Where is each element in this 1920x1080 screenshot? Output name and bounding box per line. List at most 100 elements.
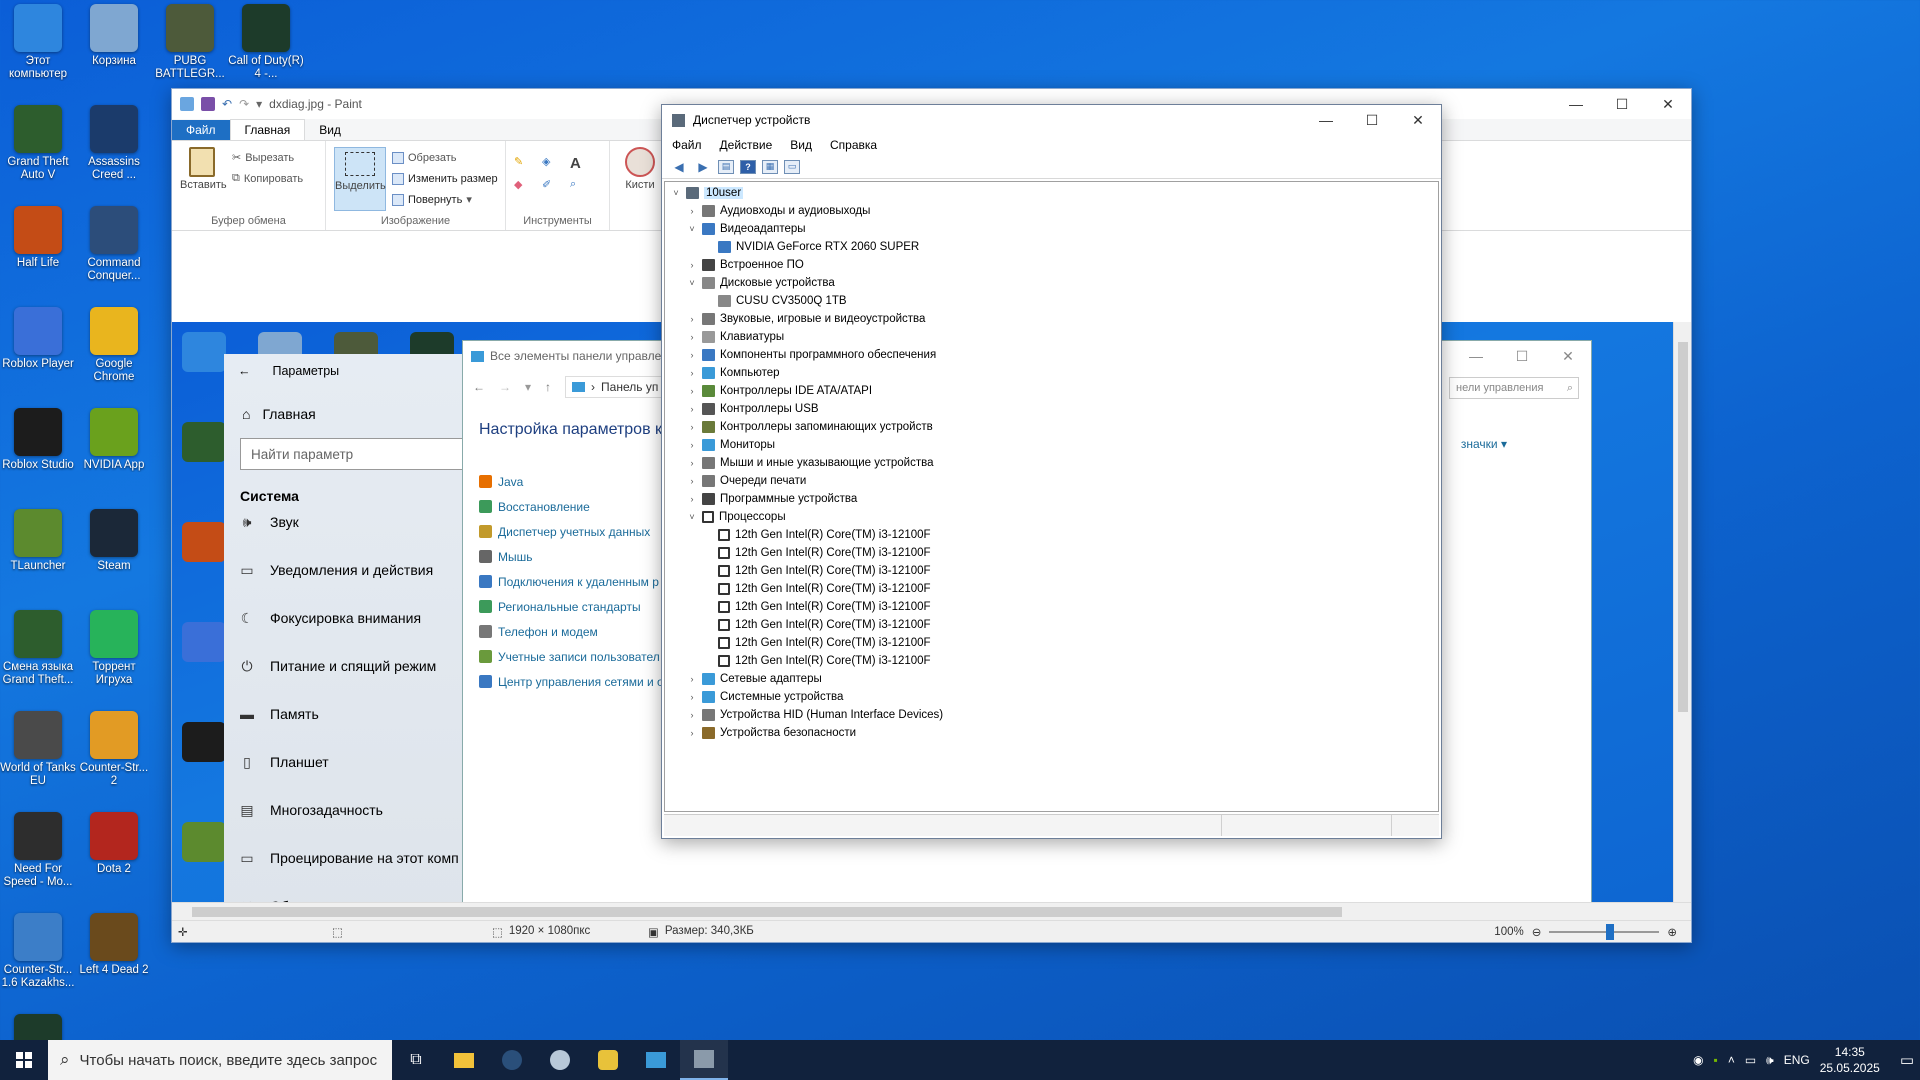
device-category[interactable]: › Звуковые, игровые и видеоустройства: [665, 310, 1438, 328]
desktop-icon[interactable]: World of Tanks EU: [0, 711, 76, 788]
expand-chevron-icon[interactable]: ›: [685, 728, 699, 738]
select-button[interactable]: Выделить: [334, 147, 386, 211]
device-category[interactable]: ˅ Видеоадаптеры: [665, 220, 1438, 238]
menu-item[interactable]: Файл: [672, 138, 702, 152]
settings-nav-item[interactable]: ▭ Проецирование на этот комп: [224, 834, 494, 882]
device-category[interactable]: › Очереди печати: [665, 472, 1438, 490]
device-item[interactable]: 12th Gen Intel(R) Core(TM) i3-12100F: [665, 562, 1438, 580]
paint-maximize-button[interactable]: ☐: [1599, 89, 1645, 119]
taskbar-steam[interactable]: [488, 1040, 536, 1080]
settings-search-input[interactable]: Найти параметр: [240, 438, 478, 470]
brushes-button[interactable]: Кисти: [618, 147, 662, 191]
device-category[interactable]: › Компоненты программного обеспечения: [665, 346, 1438, 364]
view-icon[interactable]: ▦: [762, 159, 778, 174]
device-item[interactable]: 12th Gen Intel(R) Core(TM) i3-12100F: [665, 526, 1438, 544]
device-tree[interactable]: ˅ 10user › Аудиовходы и аудиовыходы ˅ Видео…: [664, 181, 1439, 812]
desktop-icon[interactable]: Торрент Игруха: [76, 610, 152, 687]
settings-nav-item[interactable]: 🕪 Звук: [224, 498, 494, 546]
device-item[interactable]: 12th Gen Intel(R) Core(TM) i3-12100F: [665, 580, 1438, 598]
clock[interactable]: 14:35 25.05.2025: [1820, 1044, 1880, 1076]
resize-button[interactable]: Изменить размер: [392, 168, 498, 189]
expand-chevron-icon[interactable]: ›: [685, 476, 699, 486]
device-category[interactable]: › Встроенное ПО: [665, 256, 1438, 274]
device-category[interactable]: › Устройства HID (Human Interface Devices…: [665, 706, 1438, 724]
taskbar-device-manager[interactable]: [680, 1040, 728, 1080]
device-category[interactable]: › Устройства безопасности: [665, 724, 1438, 742]
desktop-icon[interactable]: Counter-Str... 2: [76, 711, 152, 788]
collapse-chevron-icon[interactable]: ˅: [685, 224, 699, 234]
devmgr-maximize-button[interactable]: ☐: [1349, 105, 1395, 135]
devmgr-close-button[interactable]: ✕: [1395, 105, 1441, 135]
desktop-icon[interactable]: Command Conquer...: [76, 206, 152, 283]
cp-minimize-button[interactable]: —: [1453, 341, 1499, 371]
device-item[interactable]: 12th Gen Intel(R) Core(TM) i3-12100F: [665, 544, 1438, 562]
expand-chevron-icon[interactable]: ›: [685, 458, 699, 468]
collapse-chevron-icon[interactable]: ˅: [685, 512, 699, 522]
device-category[interactable]: › Клавиатуры: [665, 328, 1438, 346]
device-category[interactable]: › Компьютер: [665, 364, 1438, 382]
device-item[interactable]: 12th Gen Intel(R) Core(TM) i3-12100F: [665, 634, 1438, 652]
device-category[interactable]: › Мониторы: [665, 436, 1438, 454]
settings-nav-item[interactable]: ✕Общие возможности: [224, 882, 494, 903]
expand-chevron-icon[interactable]: ›: [685, 314, 699, 324]
copy-button[interactable]: ⧉ Копировать: [232, 168, 303, 189]
taskbar-control-panel[interactable]: [632, 1040, 680, 1080]
device-category[interactable]: › Контроллеры запоминающих устройств: [665, 418, 1438, 436]
desktop-icon[interactable]: Смена языка Grand Theft...: [0, 610, 76, 687]
expand-chevron-icon[interactable]: ›: [685, 260, 699, 270]
expand-chevron-icon[interactable]: ›: [685, 368, 699, 378]
recent-dropdown-icon[interactable]: ▾: [525, 380, 531, 394]
monitor-icon[interactable]: ▭: [784, 159, 800, 174]
cut-button[interactable]: ✂ Вырезать: [232, 147, 303, 168]
desktop-icon[interactable]: Steam: [76, 509, 152, 573]
tab-home[interactable]: Главная: [229, 119, 306, 140]
quick-access-dropdown-icon[interactable]: ▾: [256, 97, 262, 111]
tree-root[interactable]: ˅ 10user: [665, 184, 1438, 202]
device-category[interactable]: › Сетевые адаптеры: [665, 670, 1438, 688]
expand-chevron-icon[interactable]: ›: [685, 440, 699, 450]
view-by-dropdown[interactable]: значки ▾: [1461, 437, 1507, 451]
devmgr-minimize-button[interactable]: —: [1303, 105, 1349, 135]
device-category[interactable]: › Системные устройства: [665, 688, 1438, 706]
device-category[interactable]: ˅ Дисковые устройства: [665, 274, 1438, 292]
zoom-out-button[interactable]: ⊖: [1532, 925, 1542, 939]
tab-file[interactable]: Файл: [172, 120, 230, 140]
steam-tray-icon[interactable]: ◉: [1693, 1053, 1703, 1067]
expand-chevron-icon[interactable]: ›: [685, 386, 699, 396]
device-item[interactable]: CUSU CV3500Q 1TB: [665, 292, 1438, 310]
desktop-icon[interactable]: Roblox Studio: [0, 408, 76, 472]
desktop-icon[interactable]: Call of Duty(R) 4 -...: [228, 4, 304, 81]
expand-chevron-icon[interactable]: ›: [685, 692, 699, 702]
zoom-slider[interactable]: [1549, 923, 1660, 940]
properties-icon[interactable]: ▤: [718, 159, 734, 174]
expand-chevron-icon[interactable]: ›: [685, 422, 699, 432]
save-icon[interactable]: [201, 97, 215, 111]
desktop-icon[interactable]: Этот компьютер: [0, 4, 76, 81]
color-picker-icon[interactable]: ✐: [542, 178, 564, 191]
device-item[interactable]: 12th Gen Intel(R) Core(TM) i3-12100F: [665, 652, 1438, 670]
desktop-icon[interactable]: NVIDIA App: [76, 408, 152, 472]
settings-home[interactable]: ⌂ Главная: [224, 388, 494, 422]
zoom-in-button[interactable]: ⊕: [1667, 925, 1677, 939]
desktop-icon[interactable]: TLauncher: [0, 509, 76, 573]
device-manager-window[interactable]: Диспетчер устройств — ☐ ✕ Файл Действие Ви…: [661, 104, 1442, 839]
back-icon[interactable]: ←: [473, 380, 485, 394]
desktop-icon[interactable]: Assassins Creed ...: [76, 105, 152, 182]
desktop-icon[interactable]: Roblox Player: [0, 307, 76, 371]
network-icon[interactable]: ▭: [1745, 1053, 1756, 1067]
fill-icon[interactable]: ◈: [542, 155, 564, 172]
forward-button[interactable]: ▶: [694, 159, 712, 175]
hscroll-thumb[interactable]: [192, 907, 1342, 917]
device-item[interactable]: NVIDIA GeForce RTX 2060 SUPER: [665, 238, 1438, 256]
desktop-icon[interactable]: PUBG BATTLEGR...: [152, 4, 228, 81]
back-button[interactable]: ◀: [670, 159, 688, 175]
device-category[interactable]: ˅ Процессоры: [665, 508, 1438, 526]
pencil-icon[interactable]: ✎: [514, 155, 536, 172]
paint-close-button[interactable]: ✕: [1645, 89, 1691, 119]
menu-item[interactable]: Действие: [720, 138, 773, 152]
device-category[interactable]: › Контроллеры USB: [665, 400, 1438, 418]
undo-icon[interactable]: ↶: [222, 97, 232, 111]
start-button[interactable]: [0, 1040, 48, 1080]
show-hidden-icons-chevron-icon[interactable]: ˄: [1728, 1053, 1735, 1067]
crop-button[interactable]: Обрезать: [392, 147, 498, 168]
